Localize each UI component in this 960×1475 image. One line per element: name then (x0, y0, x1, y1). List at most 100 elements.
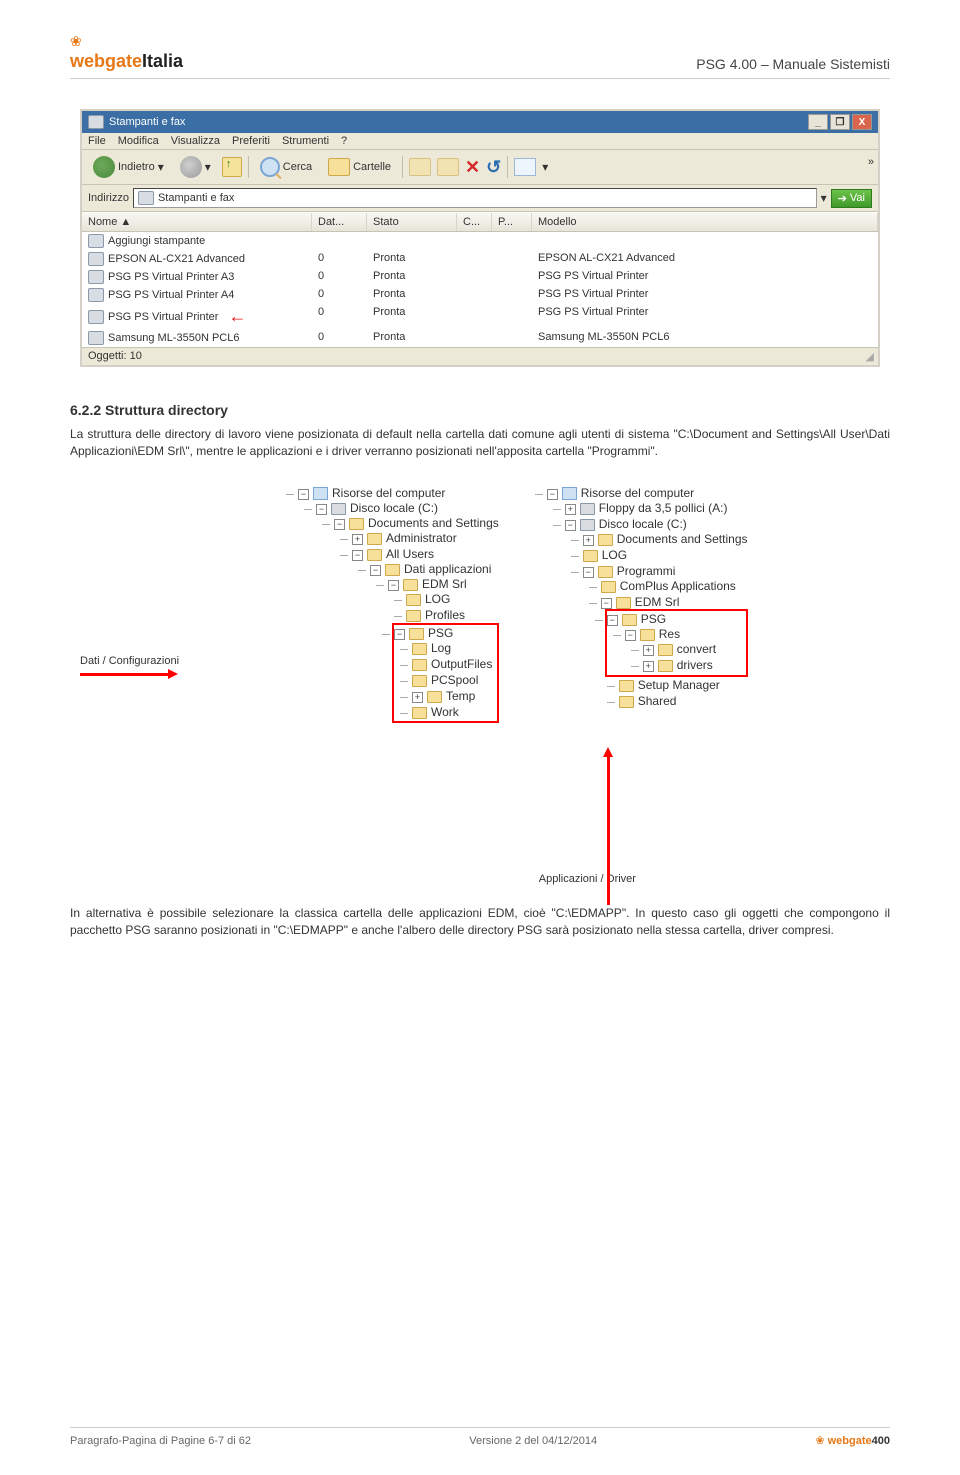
highlight-arrow-icon: ← (228, 306, 246, 327)
separator (402, 156, 403, 178)
printer-icon (88, 310, 104, 324)
printer-row[interactable]: Samsung ML-3550N PCL60ProntaSamsung ML-3… (82, 329, 878, 347)
cell-stato: Pronta (367, 251, 457, 267)
back-arrow-icon (93, 156, 115, 178)
logo-webgate-400: ❀ webgate400 (815, 1434, 890, 1447)
printer-list: Aggiungi stampante EPSON AL-CX21 Advanced… (82, 232, 878, 347)
menu-visualizza[interactable]: Visualizza (171, 135, 220, 147)
cell-p (492, 251, 532, 267)
cell-stato: Pronta (367, 330, 457, 346)
cell-dat (312, 233, 367, 249)
printer-row[interactable]: Aggiungi stampante (82, 232, 878, 250)
window-titlebar[interactable]: Stampanti e fax _ ❐ X (82, 111, 878, 133)
window-title: Stampanti e fax (109, 116, 185, 128)
printer-row[interactable]: PSG PS Virtual Printer ← 0Pronta PSG PS Vir… (82, 304, 878, 329)
cell-modello: PSG PS Virtual Printer (532, 287, 878, 303)
up-button[interactable] (222, 157, 242, 177)
highlight-psg-app: −PSG −Res +convert +drivers (605, 609, 748, 677)
drive-icon (580, 519, 595, 531)
section-paragraph-2: In alternativa è possibile selezionare l… (70, 905, 890, 939)
tree-programmi-wrap: −Risorse del computer +Floppy da 3,5 pol… (529, 485, 748, 885)
col-p[interactable]: P... (492, 213, 532, 231)
printer-row[interactable]: PSG PS Virtual Printer A30ProntaPSG PS V… (82, 268, 878, 286)
cell-c (457, 269, 492, 285)
folders-button[interactable]: Cartelle (323, 155, 396, 179)
printer-icon (138, 191, 154, 205)
col-stato[interactable]: Stato (367, 213, 457, 231)
menu-strumenti[interactable]: Strumenti (282, 135, 329, 147)
address-label: Indirizzo (88, 192, 129, 204)
cell-dat: 0 (312, 330, 367, 346)
close-button[interactable]: X (852, 114, 872, 130)
printer-row[interactable]: PSG PS Virtual Printer A40ProntaPSG PS V… (82, 286, 878, 304)
cell-p (492, 305, 532, 328)
maximize-button[interactable]: ❐ (830, 114, 850, 130)
delete-icon[interactable]: ✕ (465, 157, 480, 178)
col-dat[interactable]: Dat... (312, 213, 367, 231)
printer-name: PSG PS Virtual Printer (108, 311, 218, 323)
move-to-icon[interactable] (409, 158, 431, 176)
status-text: Oggetti: 10 (88, 350, 142, 363)
undo-icon[interactable]: ↺ (486, 157, 501, 178)
menu-preferiti[interactable]: Preferiti (232, 135, 270, 147)
printer-icon (88, 270, 104, 284)
copy-to-icon[interactable] (437, 158, 459, 176)
minimize-button[interactable]: _ (808, 114, 828, 130)
col-c[interactable]: C... (457, 213, 492, 231)
printer-icon (88, 331, 104, 345)
go-button[interactable]: ➔Vai (831, 189, 872, 208)
menu-modifica[interactable]: Modifica (118, 135, 159, 147)
address-input[interactable]: Stampanti e fax (133, 188, 817, 208)
cell-modello: EPSON AL-CX21 Advanced (532, 251, 878, 267)
cell-stato: Pronta (367, 305, 457, 328)
printer-icon (88, 234, 104, 248)
printer-name: Aggiungi stampante (108, 235, 205, 247)
callout-left: Dati / Configurazioni (80, 485, 250, 676)
menu-help[interactable]: ? (341, 135, 347, 147)
address-dropdown-icon[interactable]: ▾ (821, 191, 827, 205)
resize-grip-icon[interactable]: ◢ (866, 350, 872, 363)
cell-p (492, 287, 532, 303)
back-label: Indietro (118, 161, 155, 173)
cell-dat: 0 (312, 269, 367, 285)
cell-c (457, 233, 492, 249)
printer-row[interactable]: EPSON AL-CX21 Advanced 0Pronta EPSON AL-CX… (82, 250, 878, 268)
printer-name: EPSON AL-CX21 Advanced (108, 253, 245, 265)
cell-c (457, 305, 492, 328)
col-nome[interactable]: Nome ▲ (82, 213, 312, 231)
views-button[interactable] (514, 158, 536, 176)
forward-button[interactable]: ▾ (175, 153, 216, 181)
cell-stato (367, 233, 457, 249)
cell-modello: PSG PS Virtual Printer (532, 269, 878, 285)
cell-stato: Pronta (367, 269, 457, 285)
cell-modello (532, 233, 878, 249)
arrow-up-icon (607, 755, 610, 905)
folder-icon (349, 518, 364, 530)
folders-label: Cartelle (353, 161, 391, 173)
list-header: Nome ▲ Dat... Stato C... P... Modello (82, 212, 878, 232)
search-button[interactable]: Cerca (255, 154, 317, 180)
section-paragraph-1: La struttura delle directory di lavoro v… (70, 426, 890, 460)
menubar: File Modifica Visualizza Preferiti Strum… (82, 133, 878, 150)
callout-left-label: Dati / Configurazioni (80, 655, 179, 667)
printer-icon (88, 288, 104, 302)
chevron-down-icon: ▾ (205, 160, 211, 174)
col-modello[interactable]: Modello (532, 213, 878, 231)
address-bar: Indirizzo Stampanti e fax ▾ ➔Vai (82, 185, 878, 212)
cell-c (457, 251, 492, 267)
tree-programmi: −Risorse del computer +Floppy da 3,5 pol… (529, 485, 748, 713)
menu-file[interactable]: File (88, 135, 106, 147)
cell-p (492, 233, 532, 249)
leaf-icon: ❀ (70, 33, 80, 49)
logo-webgate-italia: ❀ webgateItalia (70, 30, 183, 72)
cell-modello: PSG PS Virtual Printer (532, 305, 878, 328)
directory-trees-figure: Dati / Configurazioni −Risorse del compu… (80, 485, 880, 885)
overflow-icon[interactable]: » (868, 156, 874, 168)
cell-dat: 0 (312, 305, 367, 328)
cell-dat: 0 (312, 251, 367, 267)
printer-icon (88, 115, 104, 129)
printer-name: Samsung ML-3550N PCL6 (108, 332, 239, 344)
back-button[interactable]: Indietro ▾ (88, 153, 169, 181)
header-title: PSG 4.00 – Manuale Sistemisti (696, 56, 890, 72)
separator (507, 156, 508, 178)
